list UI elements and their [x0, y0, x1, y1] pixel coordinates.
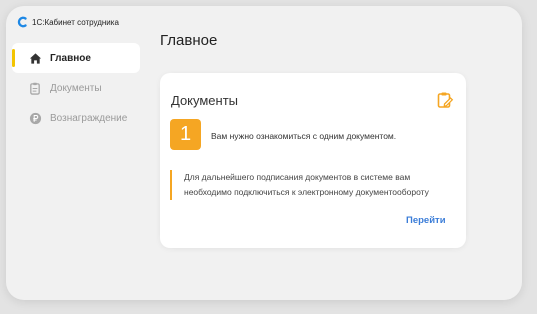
documents-count-text: Вам нужно ознакомиться с одним документо…	[211, 131, 397, 141]
brand-header: 1С:Кабинет сотрудника	[16, 16, 119, 28]
sidebar-item-label: Вознаграждение	[50, 112, 128, 124]
sidebar-item-home[interactable]: Главное	[12, 43, 140, 73]
sidebar-item-reward[interactable]: Вознаграждение	[12, 103, 140, 133]
edo-notice-line: Для дальнейшего подписания документов в …	[184, 172, 411, 182]
clipboard-edit-icon[interactable]	[435, 90, 455, 110]
page-title: Главное	[160, 32, 218, 49]
ruble-coin-icon	[28, 111, 42, 125]
sidebar-item-label: Документы	[50, 82, 102, 94]
sidebar: Главное Документы Вознаграждение	[12, 43, 140, 133]
card-title: Документы	[171, 93, 239, 108]
document-icon	[28, 81, 42, 95]
app-window: 1С:Кабинет сотрудника Главное Документы	[6, 6, 522, 300]
sidebar-item-documents[interactable]: Документы	[12, 73, 140, 103]
app-name: 1С:Кабинет сотрудника	[32, 17, 119, 27]
sidebar-item-label: Главное	[50, 52, 91, 64]
home-icon	[28, 51, 42, 65]
documents-card: Документы 1 Вам нужно ознакомиться с одн…	[160, 73, 466, 248]
edo-notice-line: необходимо подключиться к электронному д…	[184, 187, 429, 197]
1c-logo-icon	[16, 16, 28, 28]
documents-count-badge: 1	[170, 119, 201, 150]
go-link[interactable]: Перейти	[406, 215, 446, 226]
edo-notice: Для дальнейшего подписания документов в …	[170, 170, 466, 200]
